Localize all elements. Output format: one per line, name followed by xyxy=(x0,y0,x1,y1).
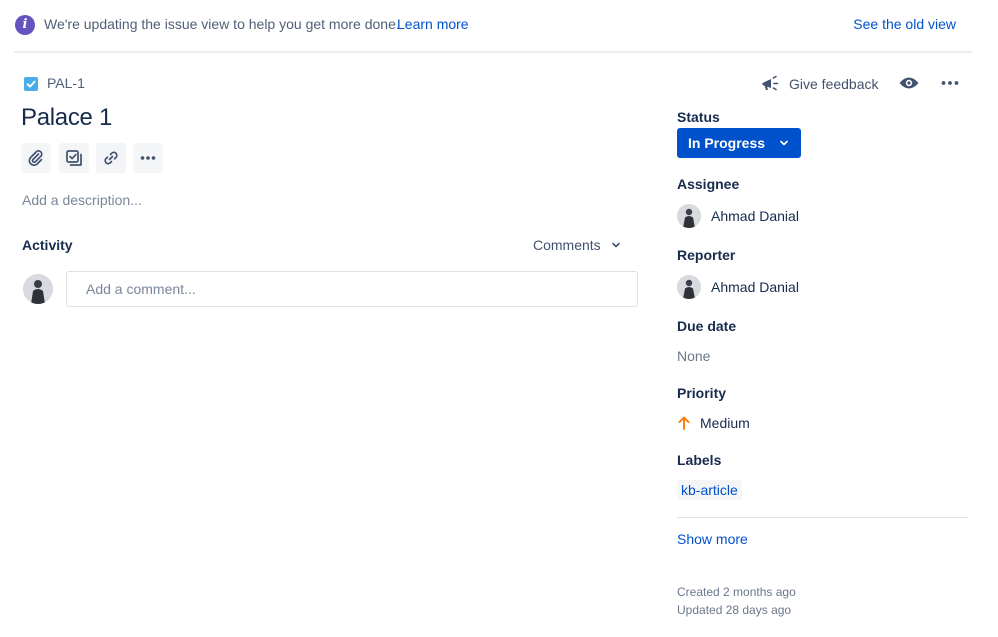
issue-key-link[interactable]: PAL-1 xyxy=(47,75,85,91)
activity-filter-label: Comments xyxy=(533,237,601,253)
issue-title[interactable]: Palace 1 xyxy=(21,104,112,132)
status-dropdown[interactable]: In Progress xyxy=(677,128,801,158)
attach-button[interactable] xyxy=(21,143,51,173)
link-issue-button[interactable] xyxy=(96,143,126,173)
more-icon xyxy=(941,81,959,85)
status-label: Status xyxy=(677,109,720,125)
assignee-name: Ahmad Danial xyxy=(711,208,799,224)
give-feedback-button[interactable]: Give feedback xyxy=(760,74,879,94)
see-old-view-link[interactable]: See the old view xyxy=(853,16,956,32)
give-feedback-label: Give feedback xyxy=(789,76,879,92)
arrow-up-icon xyxy=(678,416,690,430)
add-comment-input[interactable]: Add a comment... xyxy=(66,271,638,307)
assignee-field[interactable]: Ahmad Danial xyxy=(677,204,799,228)
more-actions-button[interactable] xyxy=(133,143,163,173)
chevron-down-icon xyxy=(780,140,788,146)
task-checkbox-icon xyxy=(24,77,38,91)
priority-value: Medium xyxy=(700,415,750,431)
more-icon xyxy=(140,156,156,160)
learn-more-link[interactable]: Learn more xyxy=(397,16,469,32)
due-date-value[interactable]: None xyxy=(677,348,710,364)
priority-field[interactable]: Medium xyxy=(677,415,750,431)
reporter-name: Ahmad Danial xyxy=(711,279,799,295)
watch-button[interactable] xyxy=(897,72,921,94)
due-date-label: Due date xyxy=(677,318,737,334)
labels-label: Labels xyxy=(677,452,722,468)
info-icon: i xyxy=(15,15,35,35)
reporter-label: Reporter xyxy=(677,247,736,263)
priority-label: Priority xyxy=(677,385,727,401)
label-chip[interactable]: kb-article xyxy=(677,480,742,500)
description-placeholder[interactable]: Add a description... xyxy=(22,192,142,208)
megaphone-icon xyxy=(762,75,779,91)
avatar xyxy=(677,275,701,299)
link-icon xyxy=(104,151,118,165)
eye-icon xyxy=(899,77,919,89)
banner-message: We're updating the issue view to help yo… xyxy=(44,16,400,32)
banner-divider xyxy=(14,51,972,53)
chevron-down-icon xyxy=(611,242,620,248)
updated-timestamp: Updated 28 days ago xyxy=(677,603,792,617)
status-value: In Progress xyxy=(688,135,766,151)
attach-icon xyxy=(28,150,43,167)
issue-more-button[interactable] xyxy=(938,72,962,94)
reporter-field[interactable]: Ahmad Danial xyxy=(677,275,799,299)
sidebar-divider xyxy=(677,517,968,518)
activity-filter-select[interactable]: Comments xyxy=(533,237,621,253)
activity-heading: Activity xyxy=(22,237,73,253)
subtask-icon xyxy=(66,150,82,166)
created-timestamp: Created 2 months ago xyxy=(677,585,796,599)
avatar xyxy=(23,274,53,304)
assignee-label: Assignee xyxy=(677,176,740,192)
info-banner: i We're updating the issue view to help … xyxy=(0,0,998,52)
avatar xyxy=(677,204,701,228)
show-more-link[interactable]: Show more xyxy=(677,531,748,547)
create-subtask-button[interactable] xyxy=(59,143,89,173)
